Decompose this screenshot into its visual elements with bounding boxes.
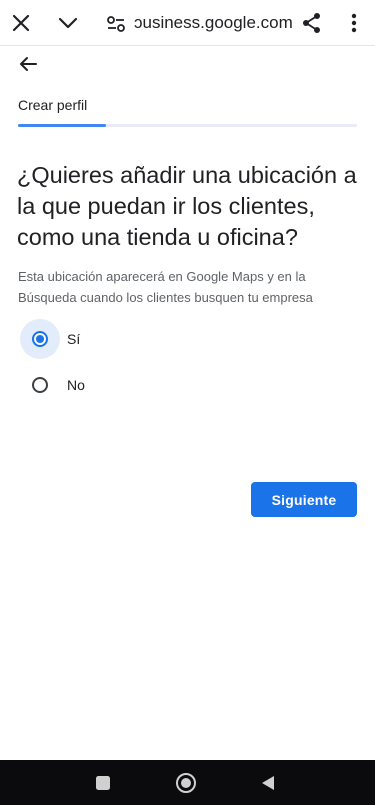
radio-label-no: No	[67, 377, 85, 393]
radio-option-no[interactable]: No	[20, 366, 85, 404]
radio-option-yes[interactable]: Sí	[20, 319, 81, 359]
radio-halo	[20, 319, 60, 359]
system-nav-bar	[0, 760, 375, 805]
radio-halo	[20, 365, 60, 405]
radio-selected-icon[interactable]	[32, 331, 48, 347]
progress-fill	[18, 124, 107, 127]
question-subtitle: Esta ubicación aparecerá en Google Maps …	[18, 269, 313, 305]
next-button[interactable]: Siguiente	[251, 482, 357, 517]
back-triangle-icon[interactable]	[256, 771, 280, 795]
chevron-down-icon[interactable]	[52, 7, 84, 39]
home-circle-icon[interactable]	[174, 771, 198, 795]
radio-label-yes: Sí	[67, 331, 81, 347]
recents-square-icon[interactable]	[91, 771, 115, 795]
question-heading: ¿Quieres añadir una ubicación a la que p…	[17, 162, 357, 250]
progress-bar	[18, 124, 357, 127]
more-vert-icon[interactable]	[338, 7, 370, 39]
page: ɔusiness.google.com Crear perfil ¿Quiere…	[0, 0, 375, 805]
close-icon[interactable]	[5, 7, 37, 39]
arrow-back-icon[interactable]	[12, 50, 44, 78]
site-settings-icon[interactable]	[100, 8, 132, 40]
url-text[interactable]: ɔusiness.google.com	[134, 13, 293, 33]
browser-toolbar: ɔusiness.google.com	[0, 0, 375, 46]
radio-unselected-icon[interactable]	[32, 377, 48, 393]
share-icon[interactable]	[296, 7, 328, 39]
step-title: Crear perfil	[18, 97, 88, 113]
